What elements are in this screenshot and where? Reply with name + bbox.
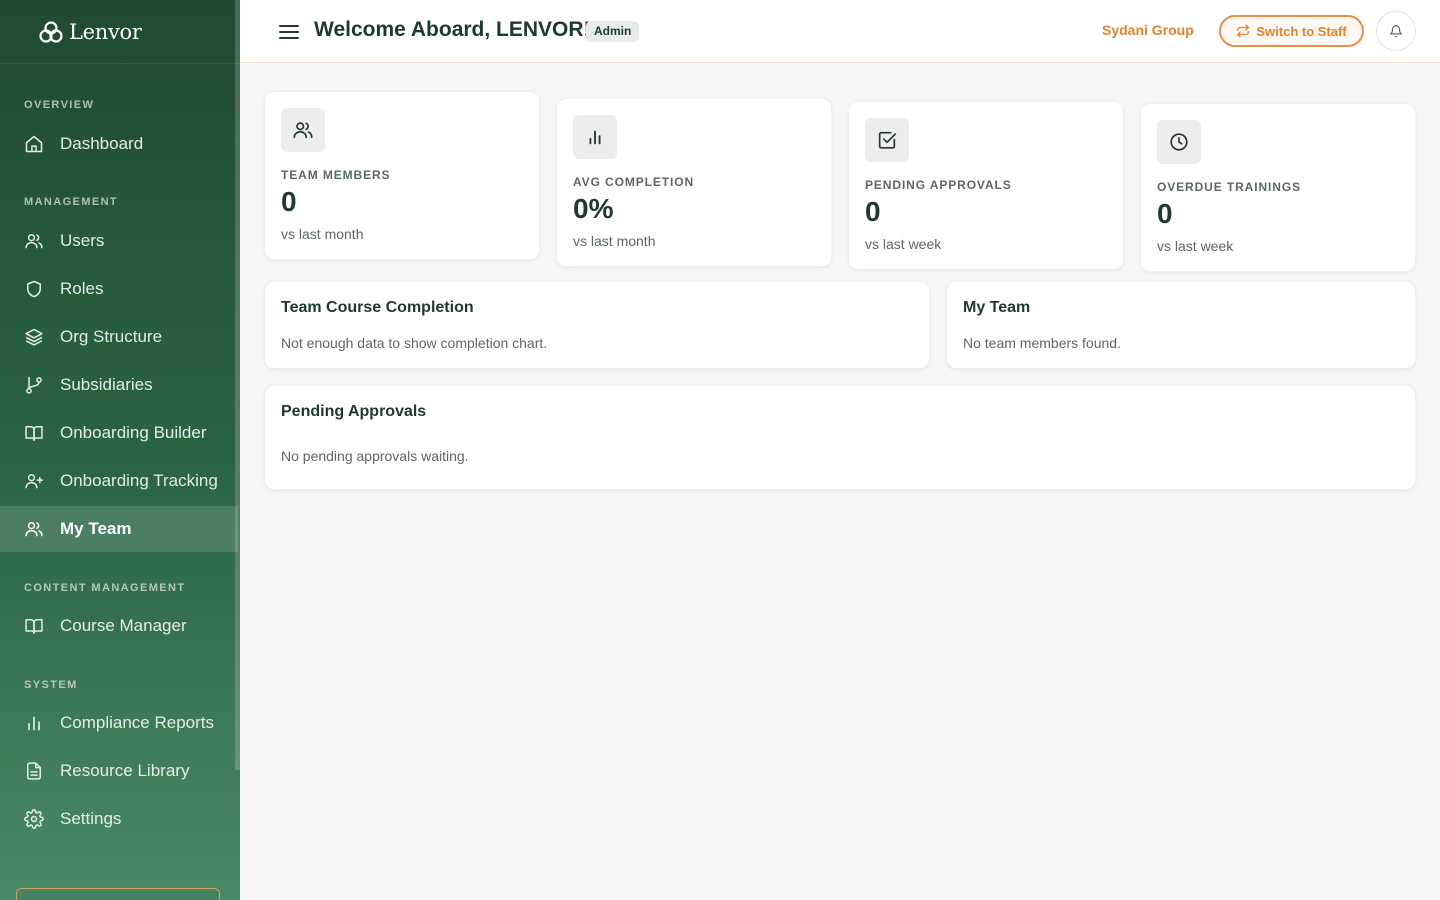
panel-title: Pending Approvals xyxy=(281,403,427,420)
brand-name: Lenvor xyxy=(69,19,142,44)
sidebar-item-course-manager[interactable]: Course Manager xyxy=(0,603,238,649)
sidebar-item-my-team[interactable]: My Team xyxy=(0,506,238,552)
file-text-icon xyxy=(27,762,41,780)
stat-subtext: vs last month xyxy=(573,233,656,249)
switch-to-staff-label: Switch to Staff xyxy=(1256,23,1347,39)
layers-icon xyxy=(25,328,43,346)
section-system: SYSTEM xyxy=(24,679,78,691)
sidebar-item-label: Course Manager xyxy=(60,616,187,635)
sidebar-item-label: Onboarding Builder xyxy=(60,423,207,442)
pending-approvals-panel: Pending Approvals No pending approvals w… xyxy=(264,385,1416,490)
stat-card-avg-completion: AVG COMPLETION 0% vs last month xyxy=(556,98,832,267)
sidebar-item-subsidiaries[interactable]: Subsidiaries xyxy=(0,362,238,408)
sidebar-item-label: Settings xyxy=(60,809,122,828)
stat-icon xyxy=(281,108,325,152)
stat-value: 0 xyxy=(281,186,297,217)
home-icon xyxy=(25,135,43,153)
stat-card-team-members: TEAM MEMBERS 0 vs last month xyxy=(264,91,540,260)
sidebar-item-label: Compliance Reports xyxy=(60,713,215,732)
sidebar-item-onboarding-builder[interactable]: Onboarding Builder xyxy=(0,410,238,456)
notifications-button[interactable] xyxy=(1376,11,1416,51)
stat-label: PENDING APPROVALS xyxy=(865,178,1012,192)
sidebar-item-users[interactable]: Users xyxy=(0,218,238,264)
top-bar: Welcome Aboard, LENVOR! Admin Sydani Gro… xyxy=(240,0,1440,63)
stat-subtext: vs last week xyxy=(865,236,942,252)
section-overview: OVERVIEW xyxy=(24,99,95,111)
users-icon xyxy=(25,234,43,249)
shield-icon xyxy=(27,280,41,298)
sidebar-item-label: Onboarding Tracking xyxy=(60,471,218,490)
clock-icon xyxy=(1170,133,1188,151)
panel-empty-text: Not enough data to show completion chart… xyxy=(281,335,548,351)
panel-title: My Team xyxy=(963,299,1031,316)
switch-to-staff-button[interactable]: Switch to Staff xyxy=(1219,15,1364,47)
sidebar-item-label: Roles xyxy=(60,279,104,298)
book-open-icon xyxy=(25,619,43,634)
bell-icon xyxy=(1390,25,1402,38)
book-open-icon xyxy=(25,426,43,441)
menu-button[interactable] xyxy=(276,19,302,45)
org-name-link[interactable]: Sydani Group xyxy=(1102,22,1194,38)
gear-icon xyxy=(24,809,44,829)
sidebar-item-label: My Team xyxy=(60,519,132,538)
check-square-icon xyxy=(878,131,897,149)
sidebar: Lenvor OVERVIEW Dashboard MANAGEMENT Use… xyxy=(0,0,240,900)
stat-value: 0 xyxy=(865,196,881,227)
hamburger-menu-icon xyxy=(279,25,299,39)
lenvor-logo-icon xyxy=(39,20,63,43)
stat-card-overdue-trainings: OVERDUE TRAININGS 0 vs last week xyxy=(1140,103,1416,272)
stat-icon xyxy=(865,118,909,162)
refresh-icon xyxy=(1237,24,1250,38)
sidebar-item-dashboard[interactable]: Dashboard xyxy=(0,121,238,167)
bar-chart-icon xyxy=(589,130,601,145)
stat-value: 0% xyxy=(573,193,614,224)
bar-chart-icon xyxy=(28,716,40,731)
sidebar-item-org-structure[interactable]: Org Structure xyxy=(0,314,238,360)
panel-empty-text: No pending approvals waiting. xyxy=(281,448,469,464)
sidebar-item-label: Users xyxy=(60,231,105,250)
sidebar-scrollbar[interactable] xyxy=(235,0,240,770)
stat-value: 0 xyxy=(1157,198,1173,229)
git-branch-icon xyxy=(26,376,42,394)
stat-icon xyxy=(573,115,617,159)
user-plus-icon xyxy=(25,474,44,489)
sidebar-item-label: Org Structure xyxy=(60,327,163,346)
sidebar-item-settings[interactable]: Settings xyxy=(0,796,238,842)
sidebar-item-resource-library[interactable]: Resource Library xyxy=(0,748,238,794)
my-team-panel: My Team No team members found. xyxy=(946,281,1416,369)
stat-subtext: vs last week xyxy=(1157,238,1234,254)
sidebar-item-roles[interactable]: Roles xyxy=(0,266,238,312)
stat-label: TEAM MEMBERS xyxy=(281,168,391,182)
brand[interactable]: Lenvor xyxy=(0,0,240,64)
sidebar-item-label: Dashboard xyxy=(60,134,144,153)
sidebar-item-onboarding-tracking[interactable]: Onboarding Tracking xyxy=(0,458,238,504)
sidebar-item-compliance-reports[interactable]: Compliance Reports xyxy=(0,700,238,746)
stat-subtext: vs last month xyxy=(281,226,364,242)
team-course-completion-panel: Team Course Completion Not enough data t… xyxy=(264,281,930,369)
page-title: Welcome Aboard, LENVOR! xyxy=(314,18,591,41)
sidebar-item-label: Subsidiaries xyxy=(60,375,153,394)
stat-label: AVG COMPLETION xyxy=(573,175,695,189)
stat-label: OVERDUE TRAININGS xyxy=(1157,180,1301,194)
stat-icon xyxy=(1157,120,1201,164)
role-badge: Admin xyxy=(586,21,640,42)
stat-card-pending-approvals: PENDING APPROVALS 0 vs last week xyxy=(848,101,1124,270)
panel-title: Team Course Completion xyxy=(281,299,474,316)
section-content-management: CONTENT MANAGEMENT xyxy=(24,582,186,594)
sidebar-footer-button[interactable] xyxy=(16,888,220,900)
users-icon xyxy=(293,122,313,139)
panel-empty-text: No team members found. xyxy=(963,335,1121,351)
section-management: MANAGEMENT xyxy=(24,196,119,208)
users-icon xyxy=(25,522,43,537)
sidebar-item-label: Resource Library xyxy=(60,761,190,780)
